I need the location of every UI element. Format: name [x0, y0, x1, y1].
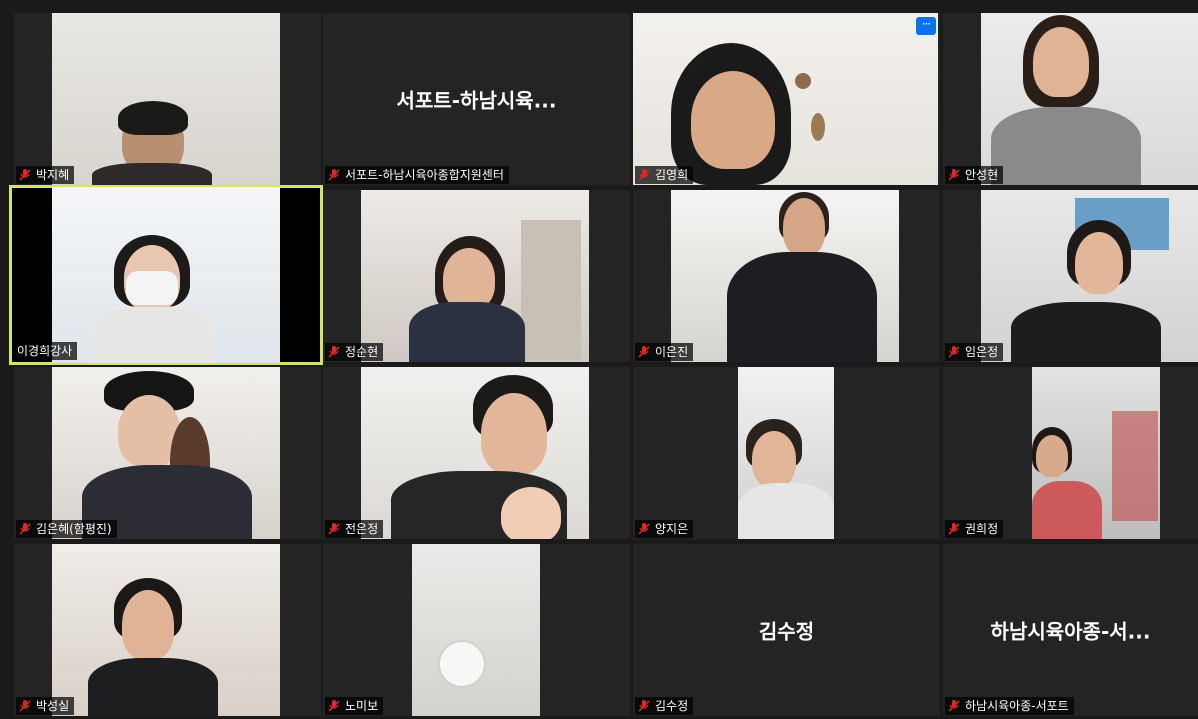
participant-display-name: 김수정 [758, 619, 815, 644]
participant-tile[interactable]: 정순현 [323, 190, 630, 362]
participant-name: 김영희 [655, 168, 689, 182]
microphone-muted-icon [328, 523, 340, 535]
participant-name-label: 이은진 [635, 343, 694, 361]
participant-name: 권희정 [965, 522, 999, 536]
participant-tile-active-speaker[interactable]: 이경희강사 [9, 185, 323, 365]
microphone-muted-icon [638, 700, 650, 712]
participant-name: 박지혜 [36, 168, 70, 182]
microphone-muted-icon [19, 700, 31, 712]
participant-tile[interactable]: 안성현 [943, 13, 1198, 185]
participant-name: 안성현 [965, 168, 999, 182]
participant-name: 하남시육아종-서포트 [965, 699, 1069, 713]
participant-name-label: 이경희강사 [15, 342, 78, 360]
video-feed [981, 13, 1198, 185]
video-feed [52, 544, 280, 716]
participant-display-name: 하남시육아종-서... [990, 619, 1151, 644]
participant-name-label: 임은정 [945, 343, 1004, 361]
video-feed [52, 367, 280, 539]
microphone-muted-icon [328, 346, 340, 358]
participant-name-label: 하남시육아종-서포트 [945, 697, 1074, 715]
participant-name-label: 김수정 [635, 697, 694, 715]
video-feed [738, 367, 834, 539]
microphone-muted-icon [638, 169, 650, 181]
video-feed [981, 190, 1198, 362]
participant-tile[interactable]: 임은정 [943, 190, 1198, 362]
participant-tile[interactable]: ··· 김영희 [633, 13, 940, 185]
participant-name: 김수정 [655, 699, 689, 713]
participant-tile[interactable]: 하남시육아종-서... 하남시육아종-서포트 [943, 544, 1198, 716]
participant-name-label: 서포트-하남시육아종합지원센터 [325, 166, 509, 184]
participant-name: 이경희강사 [17, 344, 73, 358]
microphone-muted-icon [948, 700, 960, 712]
participant-name-label: 권희정 [945, 520, 1004, 538]
participant-name-label: 김영희 [635, 166, 694, 184]
participant-name-label: 노미보 [325, 697, 384, 715]
participant-tile[interactable]: 김은혜(함평진) [14, 367, 321, 539]
microphone-muted-icon [328, 700, 340, 712]
participant-name: 임은정 [965, 345, 999, 359]
participant-tile[interactable]: 전은정 [323, 367, 630, 539]
participant-name-label: 안성현 [945, 166, 1004, 184]
microphone-muted-icon [948, 523, 960, 535]
participant-tile[interactable]: 김수정 김수정 [633, 544, 940, 716]
participant-name: 전은정 [345, 522, 379, 536]
microphone-muted-icon [638, 346, 650, 358]
video-feed [1032, 367, 1160, 539]
microphone-muted-icon [328, 169, 340, 181]
microphone-muted-icon [638, 523, 650, 535]
participant-name: 노미보 [345, 699, 379, 713]
participant-name-label: 전은정 [325, 520, 384, 538]
participant-tile[interactable]: 권희정 [943, 367, 1198, 539]
video-feed [52, 13, 280, 185]
participant-name-label: 박성실 [16, 697, 75, 715]
participant-name-label: 정순현 [325, 343, 384, 361]
participant-name: 박성실 [36, 699, 70, 713]
microphone-muted-icon [948, 346, 960, 358]
video-feed [361, 190, 589, 362]
microphone-muted-icon [948, 169, 960, 181]
participant-tile[interactable]: 노미보 [323, 544, 630, 716]
microphone-muted-icon [19, 169, 31, 181]
participant-tile[interactable]: 이은진 [633, 190, 940, 362]
participant-name: 정순현 [345, 345, 379, 359]
participant-name: 양지은 [655, 522, 689, 536]
video-feed [361, 367, 589, 539]
more-options-button[interactable]: ··· [916, 17, 936, 35]
participant-name-label: 김은혜(함평진) [16, 520, 117, 538]
participant-display-name: 서포트-하남시육... [396, 88, 557, 113]
video-feed [633, 13, 938, 185]
participant-tile[interactable]: 양지은 [633, 367, 940, 539]
participant-name: 이은진 [655, 345, 689, 359]
gallery-view: 박지혜 서포트-하남시육... 서포트-하남시육아종합지원센터 ··· 김영희 [0, 0, 1198, 719]
video-feed [412, 544, 540, 716]
participant-name-label: 양지은 [635, 520, 694, 538]
participant-tile[interactable]: 박성실 [14, 544, 321, 716]
video-feed [671, 190, 899, 362]
microphone-muted-icon [19, 523, 31, 535]
participant-name: 서포트-하남시육아종합지원센터 [345, 168, 504, 182]
participant-tile[interactable]: 박지혜 [14, 13, 321, 185]
participant-name: 김은혜(함평진) [36, 522, 112, 536]
participant-name-label: 박지혜 [16, 166, 75, 184]
participant-tile[interactable]: 서포트-하남시육... 서포트-하남시육아종합지원센터 [323, 13, 630, 185]
video-feed [52, 187, 280, 363]
